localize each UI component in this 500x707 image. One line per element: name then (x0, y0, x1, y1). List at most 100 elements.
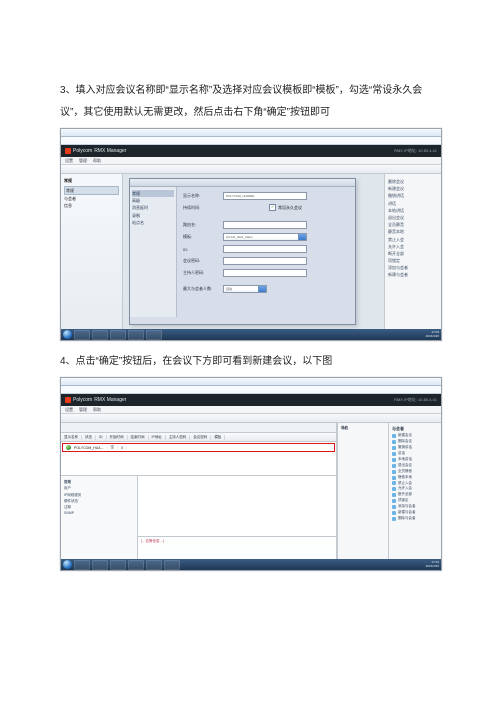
taskbar-button[interactable] (74, 330, 90, 340)
action-item[interactable]: 撤销讲话 (388, 192, 438, 199)
taskbar-button[interactable] (74, 560, 90, 570)
col-hostpwd[interactable]: 主持人密码 (166, 435, 191, 440)
browser-titlebar (61, 378, 441, 386)
menu-admin[interactable]: 管理 (79, 407, 87, 413)
browser-addressbar (61, 137, 441, 145)
action-item[interactable]: 断开全部 (388, 250, 438, 257)
col-status[interactable]: 状态 (82, 435, 96, 440)
actions-right-panel: 删除会议 新建会议 撤销讲话 讲话 本地讲话 退出会议 全员静音 静音本地 禁止… (384, 174, 441, 329)
taskbar-button[interactable] (110, 330, 126, 340)
col-ip[interactable]: IP地址 (149, 435, 166, 440)
app-toolbar (61, 165, 441, 174)
action-item[interactable]: 允许入会 (388, 243, 438, 250)
action-item[interactable]: 退出会议 (388, 214, 438, 221)
polycom-logo-icon (65, 148, 71, 154)
app-header: Polycom RMX Manager RMX IP地址: 10.80.4.41 (61, 394, 441, 406)
action-item[interactable]: 禁止入会 (388, 236, 438, 243)
app-title: RMX Manager (94, 397, 126, 403)
display-name-input[interactable]: POLYCOM_HUAWEI (223, 192, 307, 200)
action-item[interactable]: 新建与会者 (388, 271, 438, 278)
dialog-titlebar (130, 179, 355, 187)
taskbar: 17:03 2016/4/26 (61, 329, 441, 340)
dialog-tab-delay[interactable]: 消息延时 (132, 204, 174, 211)
routing-label: 路由名: (183, 222, 223, 228)
taskbar-button[interactable] (146, 560, 162, 570)
middle-nav-panel: 导航 (337, 423, 388, 559)
action-item[interactable]: 讲话 (388, 200, 438, 207)
menu-admin[interactable]: 管理 (79, 158, 87, 164)
dialog-form: 显示名称: POLYCOM_HUAWEI 持续时间: ✓ 常设永久会议 (177, 187, 355, 317)
vendor-label: Polycom (73, 397, 92, 403)
display-name-label: 显示名称: (183, 193, 223, 199)
permanent-checkbox[interactable]: ✓ (269, 204, 276, 211)
app-toolbar (61, 414, 441, 423)
app-header-right: RMX IP地址: 10.80.4.41 (394, 397, 437, 403)
nav-item-general[interactable]: 常规 (64, 186, 119, 195)
bottom-content-area (138, 476, 336, 536)
action-item[interactable]: 添加与会者 (388, 264, 438, 271)
right-actions-panel: 与会者 新建会议 删除会议 撤销讲话 讲话 本地讲话 退出会议 全员静音 静音本… (388, 423, 441, 559)
middle-nav-header: 导航 (341, 426, 385, 431)
action-item[interactable]: 本地讲话 (388, 207, 438, 214)
menubar: 设置 管理 帮助 (61, 157, 441, 165)
col-end[interactable]: 结束时间 (128, 435, 149, 440)
taskbar-button[interactable] (92, 330, 108, 340)
nav-item-info[interactable]: 信息 (64, 202, 119, 209)
nav-item-participants[interactable]: 与会者 (64, 195, 119, 202)
bottom-nav-panel: 常规 用户 IP网络服务 硬件状态 注释 SNMP (61, 476, 138, 559)
start-button-icon[interactable] (63, 560, 72, 569)
conference-row[interactable]: POLYCOM_HUA... 空 0 (63, 444, 334, 451)
menu-settings[interactable]: 设置 (65, 407, 73, 413)
action-item[interactable]: 静音本地 (388, 228, 438, 235)
col-confpwd[interactable]: 会议密码 (190, 435, 211, 440)
menu-settings[interactable]: 设置 (65, 158, 73, 164)
app-header-right: RMX IP地址: 10.80.4.41 (394, 148, 437, 154)
log-panel: […告警信息…] (138, 536, 336, 559)
id-input[interactable] (223, 245, 307, 253)
taskbar-button[interactable] (110, 560, 126, 570)
action-item[interactable]: 删除会议 (388, 178, 438, 185)
vendor-label: Polycom (73, 148, 92, 154)
template-select[interactable]: CU141_ID21_Video (223, 233, 307, 241)
taskbar-button[interactable] (92, 560, 108, 570)
taskbar-button[interactable] (128, 330, 144, 340)
dialog-tab-general[interactable]: 常规 (132, 190, 174, 197)
browser-titlebar (61, 129, 441, 137)
dialog-tab-advanced[interactable]: 高级 (132, 197, 174, 204)
new-conference-highlight: POLYCOM_HUA... 空 0 (62, 443, 335, 452)
taskbar-date: 2016/4/26 (426, 565, 439, 568)
permanent-checkbox-label: 常设永久会议 (278, 205, 302, 211)
bottom-nav-item[interactable]: SNMP (64, 510, 134, 516)
nav-sidebar: 常规 常规 与会者 信息 (61, 174, 123, 329)
max-parties-select[interactable]: 自动 (223, 285, 267, 293)
action-item[interactable]: 新建会议 (388, 185, 438, 192)
taskbar-button[interactable] (146, 330, 162, 340)
template-label: 模板: (183, 234, 223, 240)
menu-help[interactable]: 帮助 (93, 158, 101, 164)
action-item[interactable]: 全员静音 (388, 221, 438, 228)
start-button-icon[interactable] (63, 330, 72, 339)
taskbar-button[interactable] (128, 560, 144, 570)
taskbar-button[interactable] (164, 560, 180, 570)
action-item[interactable]: 删除与会者 (392, 516, 438, 522)
dialog-tab-sitename[interactable]: 站点名 (132, 219, 174, 226)
col-start[interactable]: 开始时间 (107, 435, 128, 440)
col-template[interactable]: 模板 (211, 435, 225, 440)
row-status: 空 (108, 445, 119, 450)
host-password-input[interactable] (223, 269, 307, 277)
nav-sidebar-header: 常规 (64, 178, 119, 184)
duration-label: 持续时间: (183, 205, 223, 211)
conf-password-input[interactable] (223, 257, 307, 265)
app-header: Polycom RMX Manager RMX IP地址: 10.80.4.41 (61, 145, 441, 157)
action-item[interactable]: 项锁定 (388, 257, 438, 264)
dialog-tab-record[interactable]: 录制 (132, 212, 174, 219)
right-panel-header: 与会者 (392, 426, 438, 432)
menu-help[interactable]: 帮助 (93, 407, 101, 413)
col-name[interactable]: 显示名称 (61, 435, 82, 440)
menubar: 设置 管理 帮助 (61, 406, 441, 414)
id-label: ID: (183, 247, 223, 252)
routing-input[interactable] (223, 221, 307, 229)
instruction-3-text: 3、填入对应会议名称即“显示名称”及选择对应会议模板即“模板”，勾选“常设永久会… (60, 80, 440, 124)
col-id[interactable]: ID (96, 435, 107, 439)
browser-addressbar (61, 386, 441, 394)
